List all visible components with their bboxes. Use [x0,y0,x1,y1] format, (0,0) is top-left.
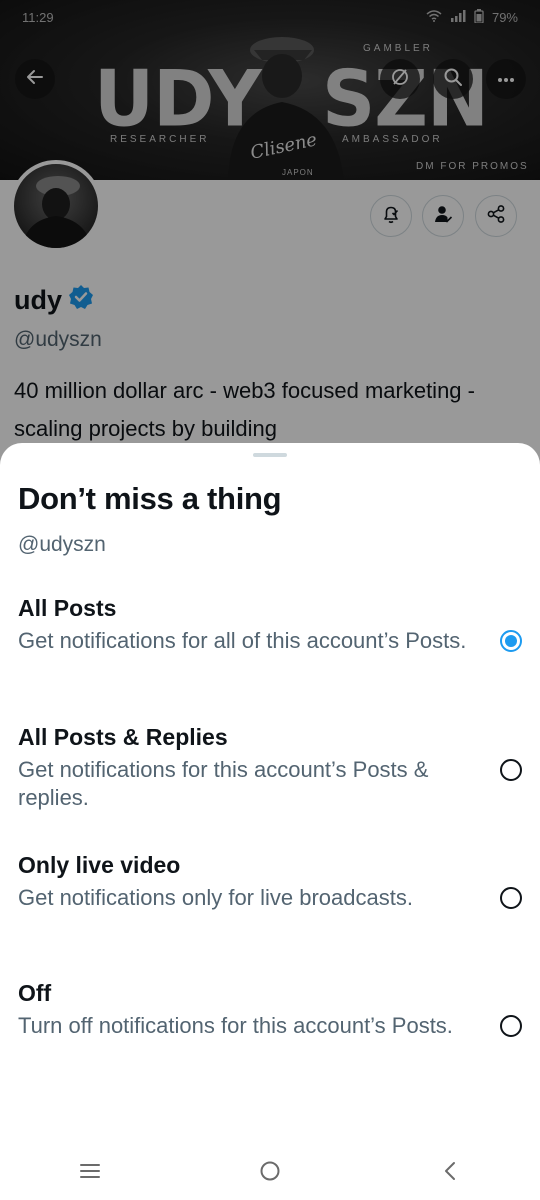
radio-all-posts-replies[interactable] [500,759,522,781]
menu-lines-icon [80,1163,100,1184]
option-title: Only live video [18,852,181,878]
option-description: Get notifications for all of this accoun… [18,628,467,653]
chevron-left-icon [443,1161,457,1186]
system-nav-bar [0,1146,540,1200]
sheet-drag-handle[interactable] [253,453,287,457]
sheet-subtitle: @udyszn [18,533,106,556]
notification-settings-sheet: Don’t miss a thing @udyszn All Posts Get… [0,443,540,1200]
option-description: Turn off notifications for this account’… [18,1013,453,1038]
radio-off[interactable] [500,1015,522,1037]
option-description: Get notifications for this account’s Pos… [18,757,429,810]
option-all-posts[interactable]: All Posts Get notifications for all of t… [0,595,540,705]
home-circle-icon [259,1160,281,1187]
radio-only-live-video[interactable] [500,887,522,909]
home-button[interactable] [240,1153,300,1193]
option-description: Get notifications only for live broadcas… [18,885,413,910]
option-title: All Posts [18,595,117,621]
back-nav-button[interactable] [420,1153,480,1193]
recents-button[interactable] [60,1153,120,1193]
radio-all-posts[interactable] [500,630,522,652]
option-all-posts-replies[interactable]: All Posts & Replies Get notifications fo… [0,724,540,834]
sheet-title: Don’t miss a thing [18,481,282,516]
option-off[interactable]: Off Turn off notifications for this acco… [0,980,540,1090]
option-title: All Posts & Replies [18,724,228,750]
option-title: Off [18,980,52,1006]
option-only-live-video[interactable]: Only live video Get notifications only f… [0,852,540,962]
